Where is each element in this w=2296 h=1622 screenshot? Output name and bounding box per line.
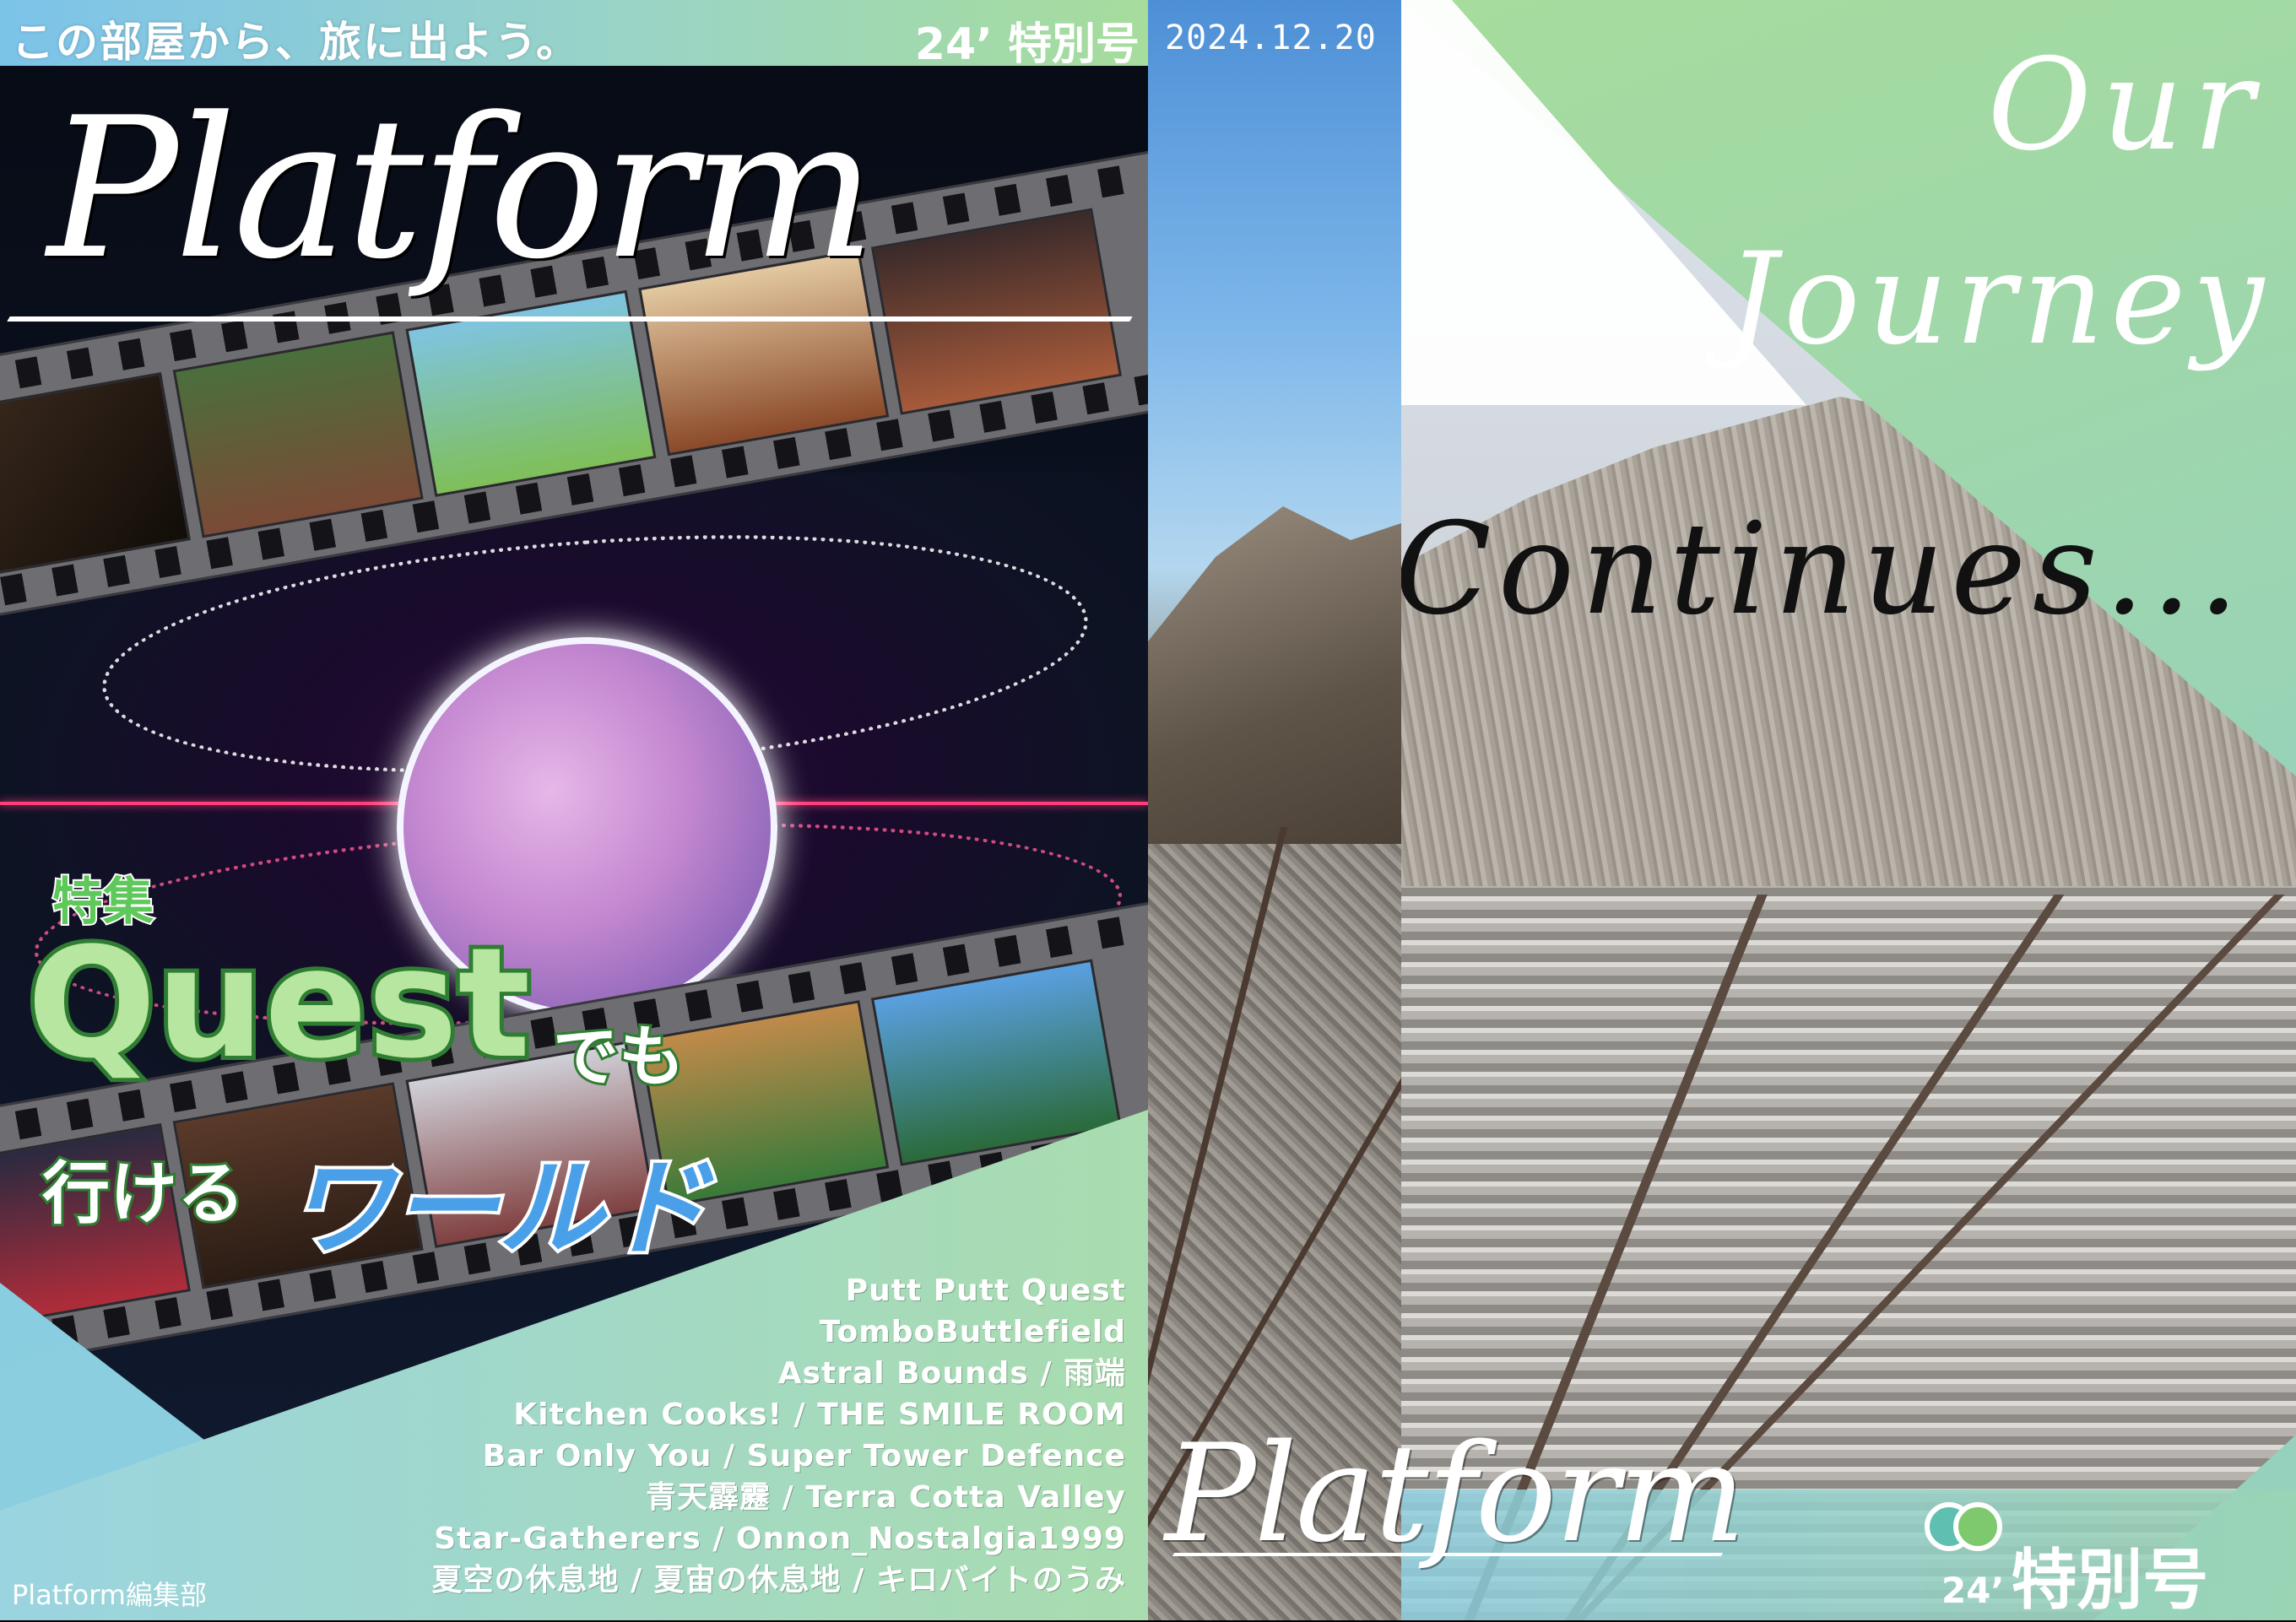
list-item: 夏空の休息地 / 夏宙の休息地 / キロバイトのうみ — [431, 1563, 1126, 1598]
issue-label-top: 24’ 特別号 — [914, 19, 1140, 70]
list-item: Star-Gatherers / Onnon_Nostalgia1999 — [434, 1522, 1126, 1556]
feature-headline-ikeru: 行ける — [40, 1152, 247, 1235]
editor-credit: Platform編集部 — [12, 1579, 207, 1611]
title-underline — [7, 316, 1133, 322]
cover-tagline: この部屋から、旅に出よう。 — [12, 18, 580, 67]
feature-headline-world: ワールド — [284, 1144, 712, 1273]
list-item: Bar Only You / Super Tower Defence — [482, 1439, 1126, 1473]
list-item: Putt Putt Quest — [845, 1273, 1126, 1308]
list-item: Astral Bounds / 雨端 — [777, 1356, 1126, 1391]
list-item: TomboButtlefield — [819, 1315, 1126, 1349]
issue-date: 2024.12.20 — [1165, 19, 1377, 57]
issue-year: 24’ — [1941, 1570, 2005, 1611]
film-frame-room — [870, 208, 1122, 415]
mountain-photo — [1148, 506, 1401, 844]
list-item: Kitchen Cooks! / THE SMILE ROOM — [513, 1398, 1126, 1432]
back-title-underline — [1172, 1553, 1724, 1556]
list-item: 青天霹靂 / Terra Cotta Valley — [646, 1480, 1126, 1515]
world-list: Putt Putt Quest TomboButtlefield Astral … — [432, 1270, 1126, 1601]
feature-headline-demo: でも — [550, 1017, 687, 1098]
slogan-line-1: Our — [1987, 32, 2264, 179]
feature-headline-quest: Quest — [23, 916, 534, 1092]
back-title: Platform — [1165, 1414, 1746, 1572]
front-cover: この部屋から、旅に出よう。 24’ 特別号 Platform 特集 Quest … — [0, 0, 1148, 1620]
back-cover: Our Journey Continues... — [1401, 0, 2296, 1620]
slogan-line-3: Continues... — [1401, 496, 2245, 643]
cover-title: Platform — [47, 77, 876, 302]
issue-label-back: 24’ 特別号 — [1941, 1527, 2208, 1622]
spine: 2024.12.20 — [1148, 0, 1401, 1620]
issue-name: 特別号 — [2011, 1543, 2209, 1619]
slogan-line-2: Journey — [1726, 226, 2271, 373]
film-frame-village — [172, 331, 424, 538]
